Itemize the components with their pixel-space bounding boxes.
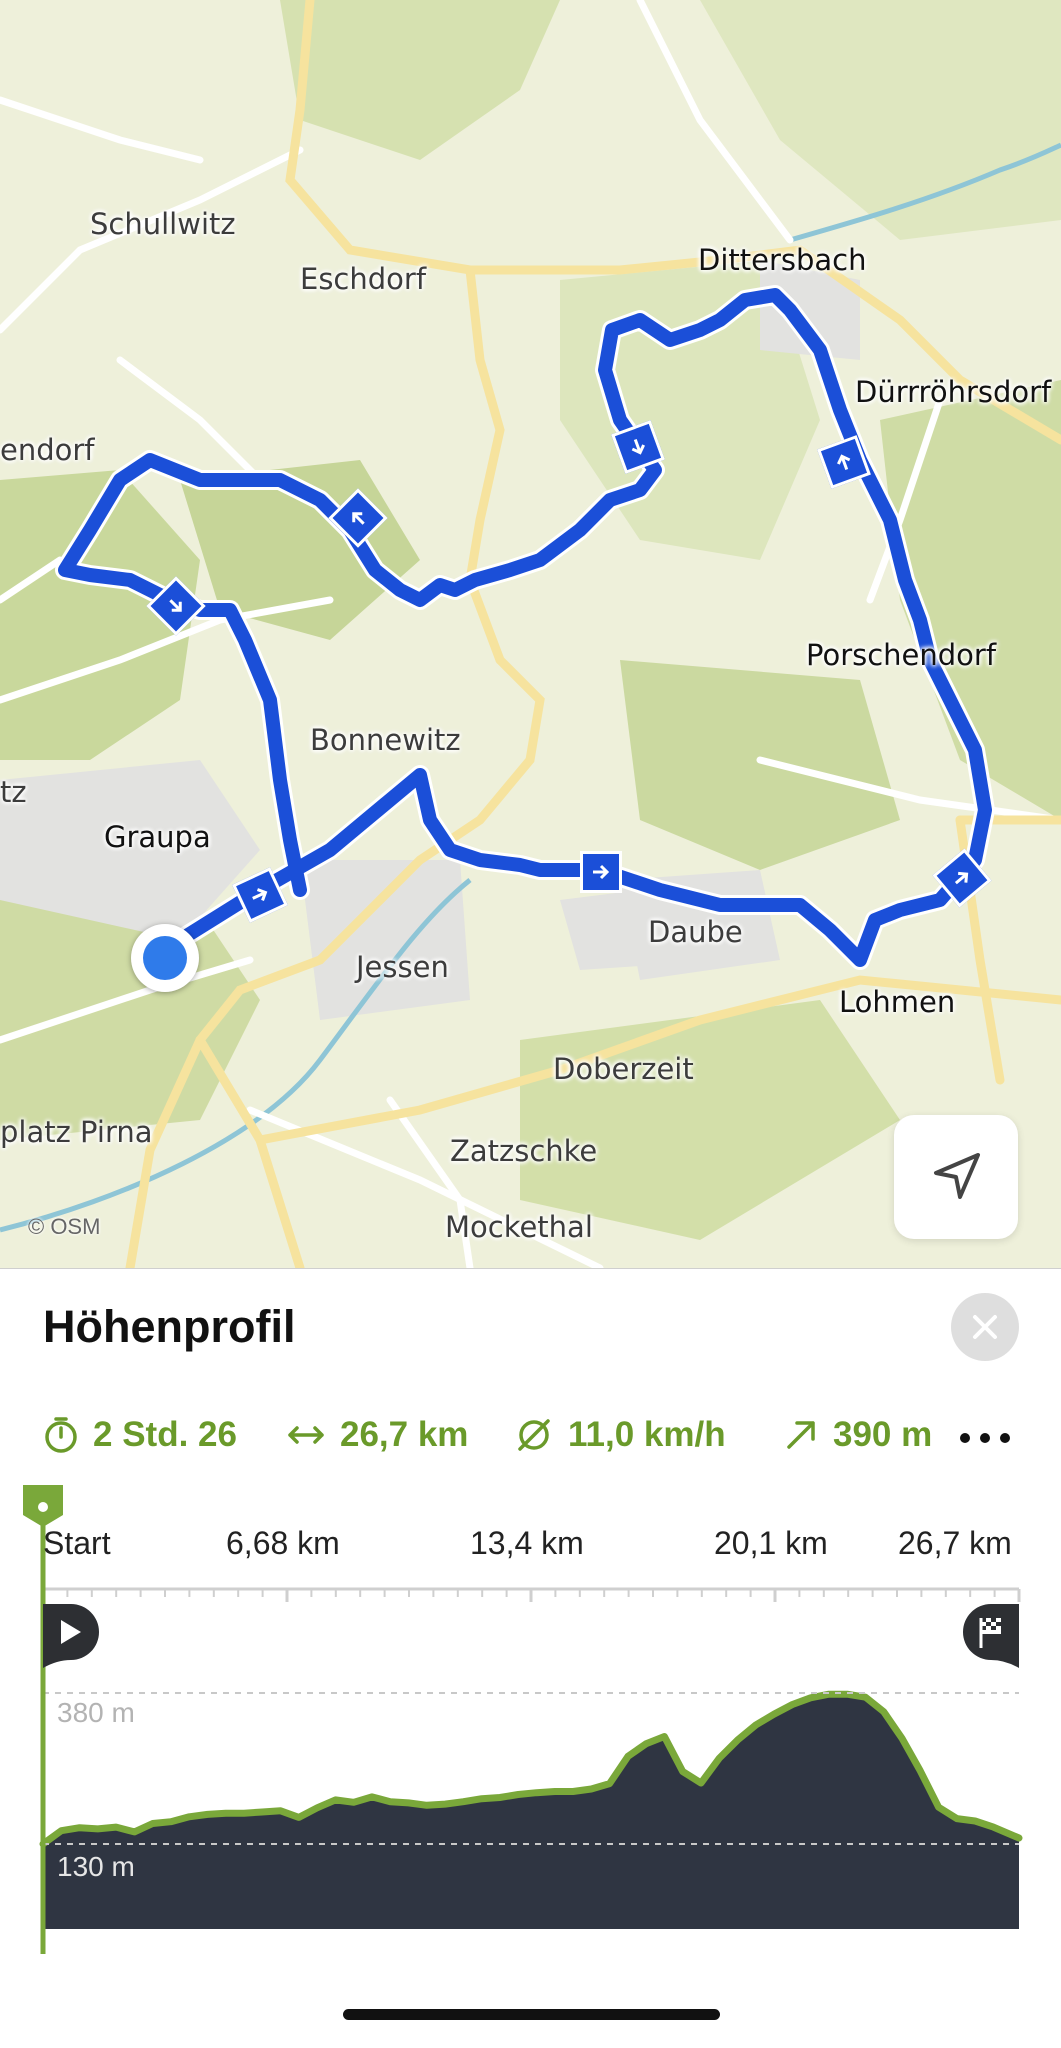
y-label-bottom: 130 m — [57, 1851, 135, 1882]
place-label: Schullwitz — [90, 207, 236, 241]
place-label: Doberzeit — [553, 1052, 694, 1086]
finish-marker[interactable] — [963, 1604, 1019, 1668]
more-button[interactable] — [960, 1423, 1010, 1453]
place-label: Zatzschke — [450, 1134, 598, 1168]
map-view[interactable]: Schullwitz Eschdorf Dittersbach Dürrröhr… — [0, 0, 1061, 1268]
direction-arrow-icon — [580, 851, 622, 893]
current-location-icon — [131, 924, 199, 992]
elevation-panel: Höhenprofil 2 Std. 26 26,7 km 11,0 km/h — [0, 1268, 1061, 2048]
play-icon — [43, 1604, 99, 1668]
navigation-arrow-icon — [934, 1153, 980, 1199]
x-tick-label: 13,4 km — [470, 1525, 584, 1561]
elevation-area — [43, 1694, 1019, 1929]
place-label: Lohmen — [839, 985, 956, 1019]
scrubber-handle-dot — [38, 1502, 48, 1512]
x-tick-label: 6,68 km — [226, 1525, 340, 1561]
home-indicator[interactable] — [343, 2009, 720, 2020]
locate-button[interactable] — [894, 1115, 1018, 1239]
x-tick-label: Start — [43, 1525, 111, 1561]
y-label-top: 380 m — [57, 1697, 135, 1728]
place-label: Eschdorf — [300, 262, 427, 296]
place-label: Mockethal — [445, 1210, 593, 1244]
start-marker[interactable] — [43, 1604, 99, 1668]
place-label: endorf — [0, 433, 95, 467]
place-label: Graupa — [104, 820, 211, 854]
x-tick-label: 26,7 km — [898, 1525, 1012, 1561]
more-icon — [960, 1433, 970, 1443]
x-tick-label: 20,1 km — [714, 1525, 828, 1561]
place-label: Porschendorf — [806, 638, 997, 672]
map-attribution[interactable]: © OSM — [28, 1214, 100, 1240]
place-label: Jessen — [356, 950, 449, 984]
place-label: Bonnewitz — [310, 723, 461, 757]
place-label: Dittersbach — [698, 243, 867, 277]
place-label: Dürrröhrsdorf — [855, 375, 1052, 409]
finish-flag-icon — [963, 1604, 1019, 1668]
map-canvas — [0, 0, 1061, 1268]
place-label: tz — [0, 775, 27, 809]
place-label: Daube — [648, 915, 743, 949]
place-label: platz Pirna — [0, 1115, 153, 1149]
elevation-chart[interactable] — [0, 1269, 1061, 2048]
